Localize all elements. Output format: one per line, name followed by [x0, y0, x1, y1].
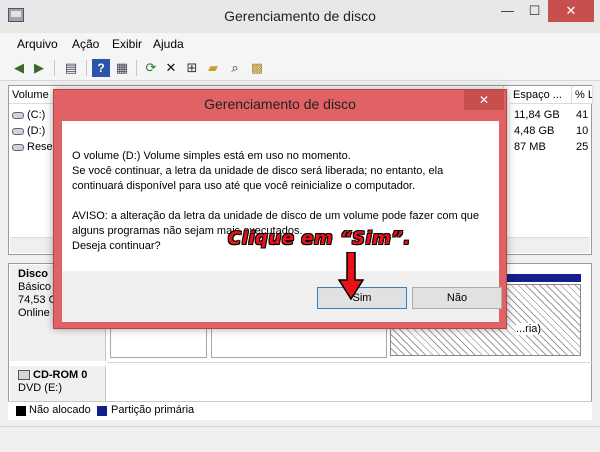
- menu-arquivo[interactable]: Arquivo: [17, 37, 58, 51]
- properties-icon[interactable]: ▦: [113, 59, 131, 77]
- drive-icon: [12, 143, 24, 151]
- volume-name: Reser: [27, 141, 57, 153]
- partition-segment[interactable]: [110, 328, 207, 358]
- partition-label: ...ria): [516, 323, 542, 335]
- toolbar-separator: [54, 60, 55, 76]
- volume-percent: 41: [576, 109, 589, 121]
- cdrom-name: CD-ROM 0: [33, 369, 88, 381]
- arrow-down-icon: [338, 252, 364, 300]
- menu-ajuda[interactable]: Ajuda: [153, 37, 184, 51]
- settings-icon[interactable]: ▩: [248, 59, 266, 77]
- confirmation-dialog: Gerenciamento de disco ✕ O volume (D:) V…: [53, 89, 507, 329]
- refresh-icon[interactable]: ⟳: [142, 59, 160, 77]
- no-button[interactable]: Não: [412, 287, 502, 309]
- drive-icon: [12, 111, 24, 119]
- open-folder-icon[interactable]: ▰: [204, 59, 222, 77]
- volume-space: 4,48 GB: [514, 125, 555, 137]
- forward-arrow-icon[interactable]: ▶: [30, 59, 48, 77]
- menu-acao[interactable]: Ação: [72, 37, 99, 51]
- volume-row[interactable]: (C:): [12, 107, 45, 123]
- column-header-percent[interactable]: % L: [572, 86, 593, 104]
- volume-space: 87 MB: [514, 141, 546, 153]
- main-titlebar: Gerenciamento de disco — ☐ ✕: [0, 0, 600, 33]
- legend-unallocated: Não alocado: [29, 404, 91, 416]
- status-bar: [0, 426, 600, 452]
- legend: Não alocado Partição primária: [8, 401, 592, 420]
- search-icon[interactable]: ⌕: [226, 59, 244, 77]
- connect-icon[interactable]: ⊞: [183, 59, 201, 77]
- dialog-title: Gerenciamento de disco: [204, 96, 356, 112]
- row-divider: [107, 362, 592, 363]
- cdrom-type: DVD (E:): [18, 382, 62, 394]
- legend-primary-partition: Partição primária: [111, 404, 195, 416]
- menu-bar: Arquivo Ação Exibir Ajuda: [0, 33, 600, 55]
- volume-name: (C:): [27, 109, 46, 121]
- help-icon[interactable]: ?: [92, 59, 110, 77]
- dialog-line-1: O volume (D:) Volume simples está em uso…: [72, 150, 351, 162]
- primary-partition-swatch: [97, 406, 107, 416]
- volume-percent: 10: [576, 125, 589, 137]
- volume-row[interactable]: (D:): [12, 123, 45, 139]
- instruction-annotation: Clique em “Sim”.: [228, 228, 411, 249]
- partition-segment[interactable]: [211, 328, 387, 358]
- close-button[interactable]: ✕: [548, 0, 594, 22]
- dialog-button-area: Sim Não: [62, 271, 502, 322]
- delete-icon[interactable]: ✕: [162, 59, 180, 77]
- partition-header-bar: [505, 274, 581, 282]
- toolbar: ◀ ▶ ▤ ? ▦ ⟳ ✕ ⊞ ▰ ⌕ ▩: [0, 55, 600, 81]
- toolbar-separator: [86, 60, 87, 76]
- cdrom-icon: [18, 370, 30, 381]
- drive-icon: [12, 127, 24, 135]
- cdrom-header[interactable]: CD-ROM 0 DVD (E:): [10, 366, 106, 402]
- list-view-icon[interactable]: ▤: [62, 59, 80, 77]
- toolbar-separator: [136, 60, 137, 76]
- unallocated-swatch: [16, 406, 26, 416]
- minimize-button[interactable]: —: [494, 0, 521, 22]
- maximize-button[interactable]: ☐: [521, 0, 548, 22]
- volume-row[interactable]: Reser: [12, 139, 56, 155]
- back-arrow-icon[interactable]: ◀: [10, 59, 28, 77]
- volume-percent: 25: [576, 141, 589, 153]
- dialog-line-2: Se você continuar, a letra da unidade de…: [72, 165, 444, 192]
- dialog-close-button[interactable]: ✕: [464, 90, 504, 110]
- column-header-space[interactable]: Espaço ...: [510, 86, 572, 104]
- volume-name: (D:): [27, 125, 46, 137]
- volume-space: 11,84 GB: [514, 109, 560, 121]
- menu-exibir[interactable]: Exibir: [112, 37, 142, 51]
